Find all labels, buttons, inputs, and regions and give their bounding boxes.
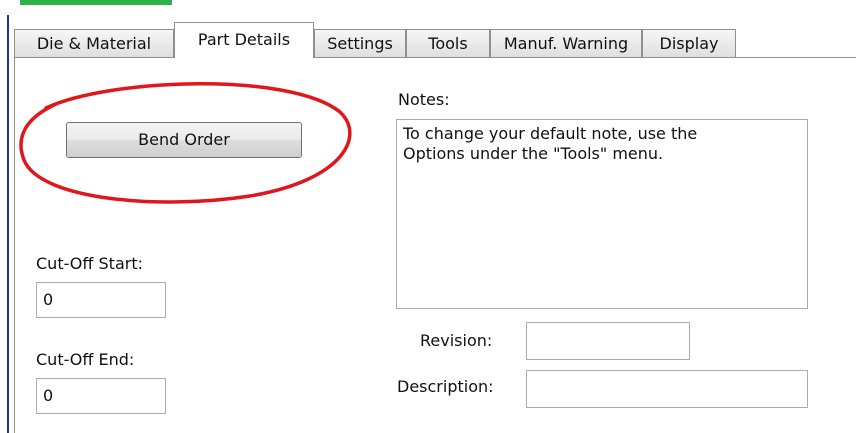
description-label: Description: <box>397 377 494 396</box>
bend-order-button-label: Bend Order <box>138 130 230 149</box>
tab-settings[interactable]: Settings <box>314 29 406 58</box>
tab-die-material[interactable]: Die & Material <box>14 29 174 58</box>
accent-bar <box>20 0 172 5</box>
cutoff-end-field[interactable]: 0 <box>36 378 166 414</box>
revision-field[interactable] <box>526 322 690 360</box>
bend-order-button[interactable]: Bend Order <box>66 122 302 158</box>
cutoff-end-label: Cut-Off End: <box>36 350 135 369</box>
tab-label: Die & Material <box>36 34 152 53</box>
notes-label: Notes: <box>398 90 450 109</box>
tab-label: Part Details <box>197 30 291 49</box>
tab-label: Display <box>659 34 719 53</box>
tab-display[interactable]: Display <box>642 29 736 58</box>
tab-label: Settings <box>327 34 393 53</box>
tab-tools[interactable]: Tools <box>406 29 490 58</box>
tab-label: Manuf. Warning <box>503 34 629 53</box>
cutoff-start-label: Cut-Off Start: <box>36 254 143 273</box>
cutoff-start-field[interactable]: 0 <box>36 282 166 318</box>
window-frame-left <box>7 15 9 433</box>
tab-manuf-warning[interactable]: Manuf. Warning <box>490 29 642 58</box>
description-field[interactable] <box>526 370 808 408</box>
tab-label: Tools <box>428 34 468 53</box>
notes-textarea[interactable]: To change your default note, use the Opt… <box>396 119 808 309</box>
tab-strip: Die & Material Part Details Settings Too… <box>14 14 856 58</box>
tab-part-details[interactable]: Part Details <box>174 22 314 58</box>
revision-label: Revision: <box>420 331 493 350</box>
